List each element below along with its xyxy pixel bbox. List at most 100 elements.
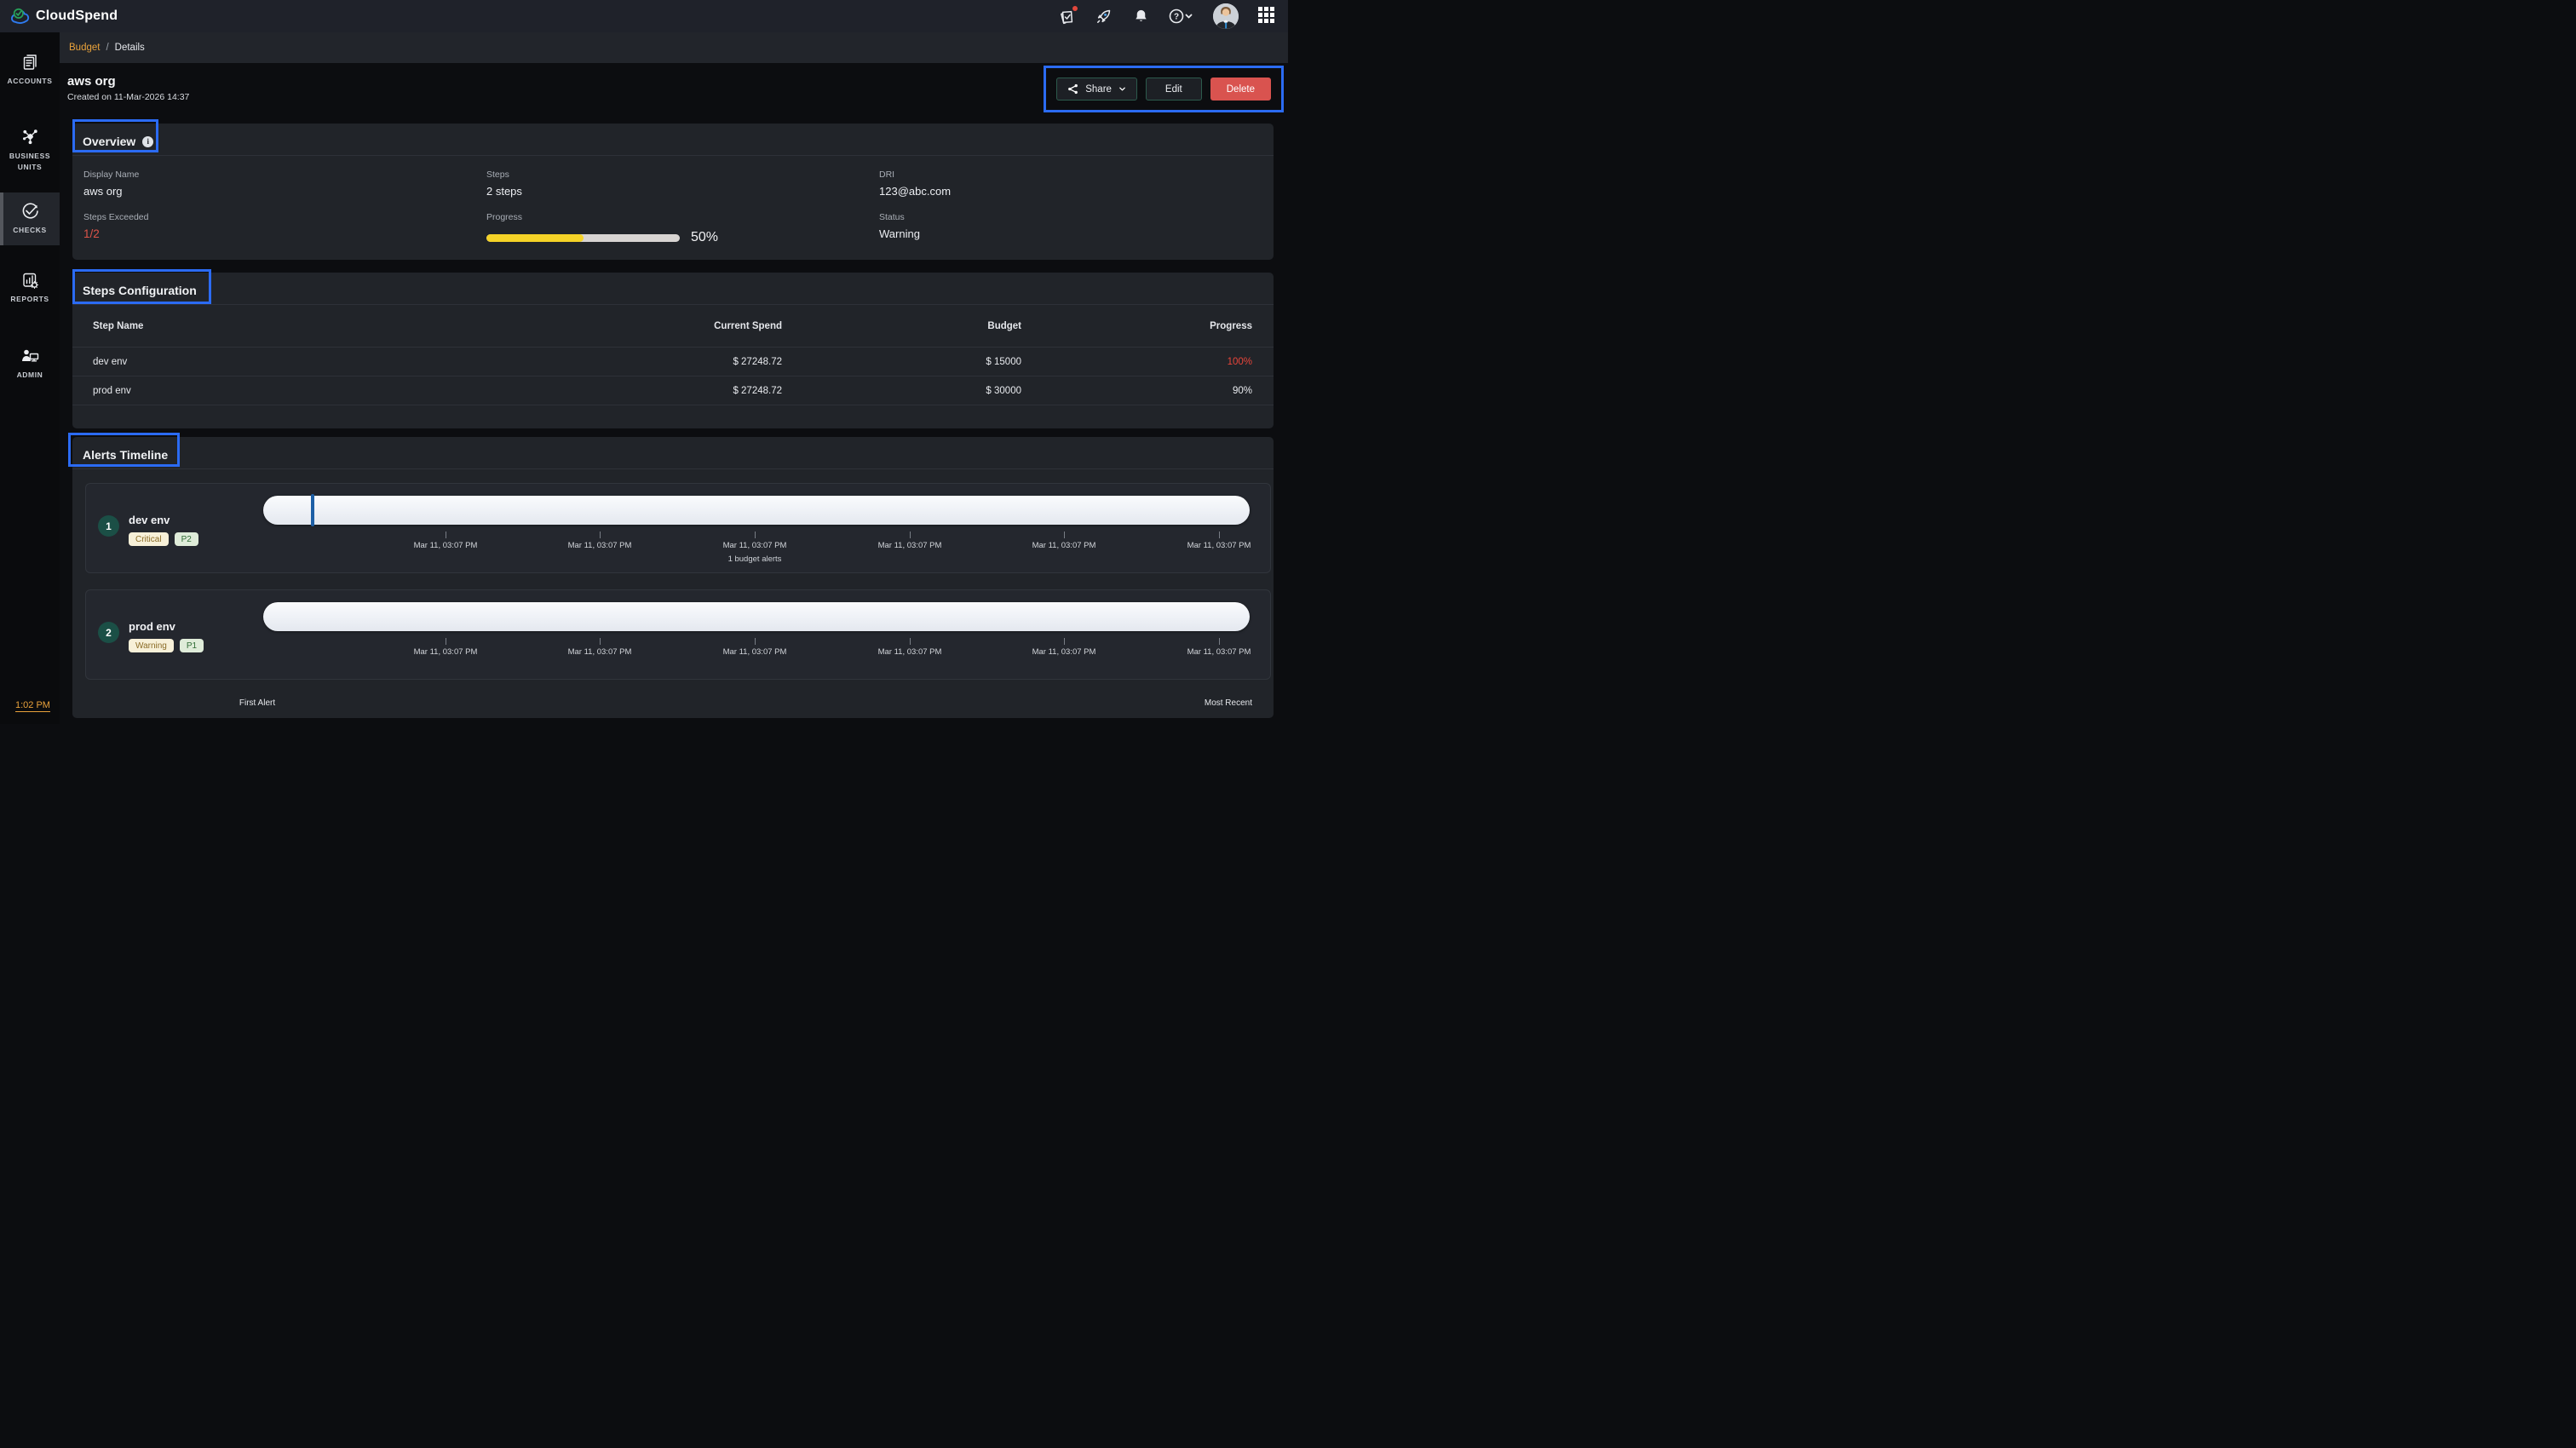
main-content: Budget / Details aws org Created on 11-M… — [60, 32, 1288, 724]
cloudspend-logo-icon — [10, 8, 30, 26]
progress-percent: 50% — [691, 230, 719, 244]
progress-bar-fill — [486, 233, 584, 242]
brand-name: CloudSpend — [36, 9, 118, 23]
priority-badge: P1 — [179, 639, 204, 652]
edit-button[interactable]: Edit — [1145, 78, 1202, 101]
timeline-bar — [263, 602, 1250, 631]
breadcrumb-current: Details — [114, 43, 145, 53]
bell-icon[interactable] — [1131, 7, 1150, 26]
timeline-date: Mar 11, 03:07 PM — [722, 541, 787, 550]
timeline-date: Mar 11, 03:07 PM — [877, 647, 942, 657]
timeline-date: Mar 11, 03:07 PM — [567, 541, 632, 550]
cell-budget: $ 30000 — [986, 385, 1021, 396]
app-grid-icon[interactable] — [1256, 7, 1275, 26]
reports-icon — [2, 270, 58, 290]
sidebar-item-business-units[interactable]: BUSINESS UNITS — [0, 118, 60, 182]
timeline-date: Mar 11, 03:07 PM — [413, 647, 478, 657]
timeline-tick — [910, 532, 911, 538]
sidebar-item-reports[interactable]: REPORTS — [0, 261, 60, 314]
timeline-date: Mar 11, 03:07 PM — [1187, 647, 1251, 657]
cell-budget: $ 15000 — [986, 356, 1021, 367]
timeline-tick — [600, 638, 601, 645]
top-bar: CloudSpend ? — [0, 0, 1288, 32]
budget-alerts-note: 1 budget alerts — [727, 554, 782, 564]
priority-badge: P2 — [174, 532, 198, 546]
info-icon[interactable]: i — [142, 135, 154, 147]
steps-configuration-panel: Steps Configuration Step Name Current Sp… — [72, 269, 1274, 428]
alert-step-name: dev env — [129, 514, 170, 526]
breadcrumb: Budget / Details — [60, 32, 1288, 63]
breadcrumb-separator: / — [106, 43, 109, 53]
field-progress: Progress 50% — [486, 212, 719, 244]
cell-progress: 100% — [1227, 356, 1252, 367]
user-avatar[interactable] — [1213, 3, 1239, 29]
share-icon — [1068, 83, 1078, 95]
footer-time-link[interactable]: 1:02 PM — [15, 700, 50, 712]
timeline-tick — [755, 638, 756, 645]
whats-new-icon[interactable] — [1058, 5, 1078, 26]
business-units-icon — [2, 127, 58, 147]
field-steps: Steps 2 steps — [486, 170, 522, 198]
sidebar: ACCOUNTS BUSINESS UNITS CHECKS REPORTS A… — [0, 32, 60, 724]
svg-text:?: ? — [1174, 13, 1179, 22]
step-number-badge: 2 — [98, 622, 119, 643]
alerts-timeline-title: Alerts Timeline — [83, 448, 169, 462]
timeline-date: Mar 11, 03:07 PM — [722, 647, 787, 657]
timeline-date: Mar 11, 03:07 PM — [1187, 541, 1251, 550]
alert-row-prod-env: 2 prod env Warning P1 Mar 11, 03:07 PM M… — [85, 589, 1271, 680]
col-budget: Budget — [987, 320, 1021, 331]
rocket-icon[interactable] — [1095, 7, 1113, 26]
edit-label: Edit — [1164, 83, 1182, 95]
timeline-tick — [755, 532, 756, 538]
sidebar-label-checks: CHECKS — [13, 226, 47, 235]
brand[interactable]: CloudSpend — [10, 8, 118, 26]
field-steps-exceeded: Steps Exceeded 1/2 — [83, 212, 149, 240]
cell-step-name: prod env — [93, 385, 131, 396]
timeline-date: Mar 11, 03:07 PM — [567, 647, 632, 657]
share-label: Share — [1085, 83, 1112, 95]
cell-current-spend: $ 27248.72 — [733, 385, 782, 396]
overview-title: Overview i — [83, 135, 154, 148]
share-button[interactable]: Share — [1056, 78, 1137, 101]
severity-badge: Critical — [129, 532, 169, 546]
timeline-tick — [1064, 638, 1065, 645]
notification-dot — [1072, 5, 1078, 12]
steps-configuration-title: Steps Configuration — [83, 284, 197, 297]
timeline-tick — [910, 638, 911, 645]
timeline-bar — [263, 494, 1250, 526]
breadcrumb-budget-link[interactable]: Budget — [69, 43, 100, 53]
cell-step-name: dev env — [93, 356, 128, 367]
timeline-tick — [1219, 638, 1220, 645]
alert-marker[interactable] — [310, 494, 314, 526]
sidebar-label-admin: ADMIN — [16, 370, 43, 379]
alert-step-name: prod env — [129, 620, 175, 633]
timeline-tick — [1064, 532, 1065, 538]
cell-current-spend: $ 27248.72 — [733, 356, 782, 367]
severity-badge: Warning — [129, 639, 174, 652]
help-icon[interactable]: ? — [1168, 7, 1195, 26]
col-step-name: Step Name — [93, 320, 144, 331]
accounts-icon — [2, 52, 58, 72]
timeline-tick — [1219, 532, 1220, 538]
col-progress: Progress — [1210, 320, 1252, 331]
sidebar-label-reports: REPORTS — [10, 295, 49, 303]
sidebar-label-accounts: ACCOUNTS — [7, 77, 53, 85]
timeline-date: Mar 11, 03:07 PM — [1032, 541, 1096, 550]
sidebar-label-business-units: BUSINESS UNITS — [9, 151, 51, 171]
sidebar-item-accounts[interactable]: ACCOUNTS — [0, 43, 60, 96]
delete-label: Delete — [1226, 83, 1255, 95]
sidebar-item-checks[interactable]: CHECKS — [0, 192, 60, 245]
alerts-timeline-panel: Alerts Timeline 1 dev env Critical P2 Ma… — [68, 433, 1274, 718]
admin-icon — [2, 346, 58, 366]
most-recent-label: Most Recent — [1204, 698, 1252, 708]
progress-bar — [486, 233, 680, 242]
field-display-name: Display Name aws org — [83, 170, 140, 198]
chevron-down-icon — [1119, 87, 1125, 91]
timeline-date: Mar 11, 03:07 PM — [1032, 647, 1096, 657]
delete-button[interactable]: Delete — [1210, 78, 1271, 101]
sidebar-item-admin[interactable]: ADMIN — [0, 337, 60, 390]
field-dri: DRI 123@abc.com — [879, 170, 952, 198]
table-row: prod env $ 27248.72 $ 30000 90% — [72, 376, 1274, 405]
alert-row-dev-env: 1 dev env Critical P2 Mar 11, 03:07 PM M… — [85, 483, 1271, 573]
table-header-row: Step Name Current Spend Budget Progress — [72, 305, 1274, 348]
